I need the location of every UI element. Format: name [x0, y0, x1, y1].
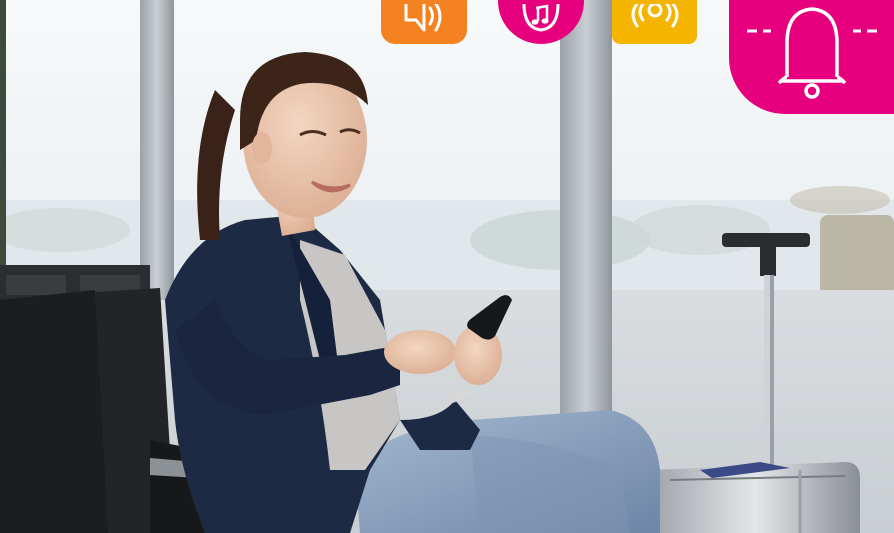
bell-icon [746, 7, 877, 99]
bell-badge [729, 0, 894, 114]
music-note-icon [522, 4, 560, 32]
vibrate-badge [612, 0, 697, 44]
speaker-badge [381, 0, 467, 44]
vibrate-icon [631, 4, 678, 28]
speaker-icon [404, 4, 442, 32]
